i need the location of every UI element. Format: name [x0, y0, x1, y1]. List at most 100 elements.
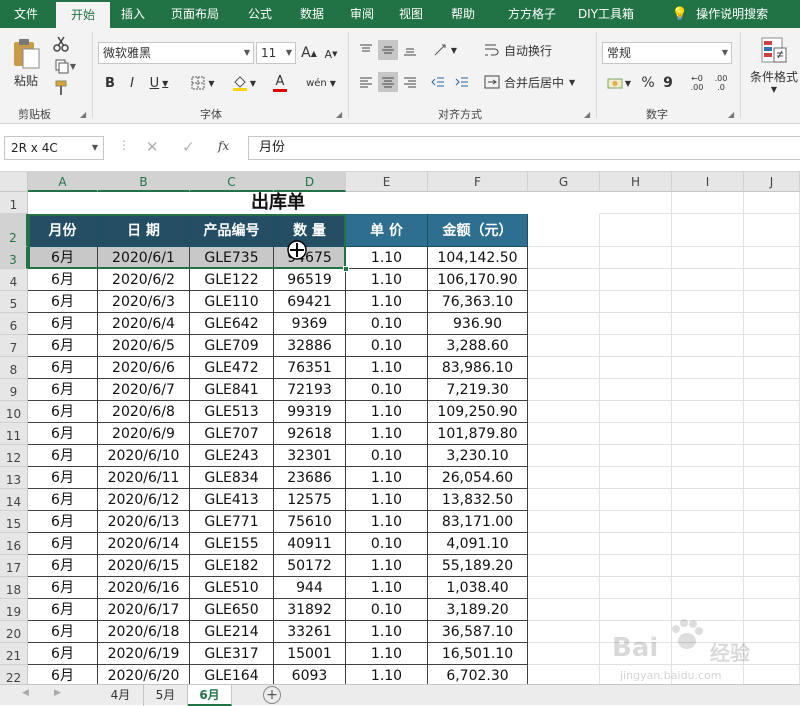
tab-7[interactable]: 视图 — [388, 0, 434, 28]
copy-button[interactable]: ▼ — [50, 56, 80, 76]
table-cell[interactable]: 0.10 — [346, 313, 428, 335]
table-cell[interactable]: 6093 — [274, 665, 346, 684]
grid-cell[interactable] — [744, 467, 800, 489]
grid-cell[interactable] — [672, 665, 744, 684]
row-header-13[interactable]: 13 — [0, 467, 28, 489]
table-cell[interactable]: GLE122 — [190, 269, 274, 291]
decrease-decimal-button[interactable]: .00.0 — [710, 72, 732, 94]
grid-cell[interactable] — [672, 335, 744, 357]
table-cell[interactable]: 1.10 — [346, 401, 428, 423]
tab-2[interactable]: 插入 — [110, 0, 156, 28]
row-header-1[interactable]: 1 — [0, 192, 28, 214]
accounting-format-button[interactable]: ▼ — [604, 72, 634, 94]
grid-cell[interactable] — [744, 599, 800, 621]
column-header-I[interactable]: I — [672, 172, 744, 192]
table-cell[interactable]: GLE707 — [190, 423, 274, 445]
table-cell[interactable]: 26,054.60 — [428, 467, 528, 489]
row-header-16[interactable]: 16 — [0, 533, 28, 555]
grid-cell[interactable] — [672, 621, 744, 643]
table-cell[interactable]: 0.10 — [346, 599, 428, 621]
table-cell[interactable]: 3,288.60 — [428, 335, 528, 357]
grid-cell[interactable] — [672, 577, 744, 599]
align-middle-button[interactable] — [378, 40, 398, 60]
tab-11[interactable]: 💡 操作说明搜索 — [664, 0, 776, 28]
grid-cell[interactable] — [600, 467, 672, 489]
table-cell[interactable]: 2020/6/20 — [98, 665, 190, 684]
fill-handle[interactable] — [343, 266, 349, 272]
add-sheet-icon[interactable]: + — [263, 686, 281, 704]
header-cell-0[interactable]: 月份 — [28, 214, 98, 247]
grid-cell[interactable] — [528, 577, 600, 599]
table-cell[interactable]: 1.10 — [346, 357, 428, 379]
table-cell[interactable]: 76351 — [274, 357, 346, 379]
grid-cell[interactable] — [672, 643, 744, 665]
table-cell[interactable]: 6月 — [28, 577, 98, 599]
row-header-12[interactable]: 12 — [0, 445, 28, 467]
row-header-14[interactable]: 14 — [0, 489, 28, 511]
grid-cell[interactable] — [528, 643, 600, 665]
grid-cell[interactable] — [528, 555, 600, 577]
grid-cell[interactable] — [600, 599, 672, 621]
cut-button[interactable] — [50, 34, 72, 54]
align-bottom-button[interactable] — [400, 40, 420, 60]
column-header-E[interactable]: E — [346, 172, 428, 192]
tab-5[interactable]: 数据 — [288, 0, 336, 28]
table-cell[interactable]: 3,230.10 — [428, 445, 528, 467]
table-cell[interactable]: 2020/6/13 — [98, 511, 190, 533]
shrink-font-button[interactable]: A ▼ — [322, 44, 340, 64]
table-cell[interactable]: 76,363.10 — [428, 291, 528, 313]
grid-cell[interactable] — [600, 214, 672, 247]
table-cell[interactable]: 2020/6/3 — [98, 291, 190, 313]
conditional-format-button[interactable]: 条件格式 ▼ — [746, 32, 800, 98]
underline-button[interactable]: U ▼ — [144, 72, 174, 94]
decrease-indent-button[interactable] — [428, 72, 448, 92]
grow-font-button[interactable]: A ▲ — [300, 42, 318, 64]
grid-cell[interactable] — [744, 423, 800, 445]
table-cell[interactable]: 1.10 — [346, 423, 428, 445]
grid-cell[interactable] — [528, 467, 600, 489]
table-cell[interactable]: 4,091.10 — [428, 533, 528, 555]
table-cell[interactable]: GLE110 — [190, 291, 274, 313]
table-cell[interactable]: 6月 — [28, 313, 98, 335]
grid-cell[interactable] — [744, 291, 800, 313]
table-cell[interactable]: GLE164 — [190, 665, 274, 684]
table-cell[interactable]: 32301 — [274, 445, 346, 467]
grid-cell[interactable] — [744, 214, 800, 247]
grid-cell[interactable] — [672, 445, 744, 467]
table-cell[interactable]: 6月 — [28, 423, 98, 445]
table-cell[interactable]: GLE413 — [190, 489, 274, 511]
grid-cell[interactable] — [672, 555, 744, 577]
sheet-tab-2[interactable]: 6月 — [188, 685, 232, 706]
row-header-21[interactable]: 21 — [0, 643, 28, 665]
grid-cell[interactable] — [600, 555, 672, 577]
table-cell[interactable]: 2020/6/18 — [98, 621, 190, 643]
table-cell[interactable]: 6月 — [28, 401, 98, 423]
table-cell[interactable]: 101,879.80 — [428, 423, 528, 445]
grid-cell[interactable] — [528, 291, 600, 313]
tab-6[interactable]: 审阅 — [340, 0, 384, 28]
table-cell[interactable]: 6月 — [28, 643, 98, 665]
grid-cell[interactable] — [528, 313, 600, 335]
table-cell[interactable]: GLE513 — [190, 401, 274, 423]
grid-cell[interactable] — [744, 621, 800, 643]
grid-cell[interactable] — [528, 489, 600, 511]
table-cell[interactable]: 6,702.30 — [428, 665, 528, 684]
grid-cell[interactable] — [528, 665, 600, 684]
formula-input[interactable]: 月份 — [248, 136, 800, 160]
sheet-tab-0[interactable]: 4月 — [98, 685, 144, 706]
table-cell[interactable]: 99319 — [274, 401, 346, 423]
comma-style-button[interactable]: 9 — [660, 72, 676, 94]
row-header-17[interactable]: 17 — [0, 555, 28, 577]
table-cell[interactable]: 1.10 — [346, 577, 428, 599]
table-cell[interactable]: GLE709 — [190, 335, 274, 357]
orientation-button[interactable]: ▼ — [428, 40, 462, 60]
grid-cell[interactable] — [528, 247, 600, 269]
wrap-text-button[interactable]: 自动换行 — [484, 40, 564, 60]
merge-center-button[interactable]: 合并后居中 ▼ — [484, 72, 584, 92]
enter-icon[interactable]: ✓ — [182, 138, 195, 156]
table-cell[interactable]: 12575 — [274, 489, 346, 511]
tab-9[interactable]: 方方格子 — [494, 0, 570, 28]
table-cell[interactable]: 1.10 — [346, 665, 428, 684]
row-header-2[interactable]: 2 — [0, 214, 28, 247]
table-cell[interactable]: 1.10 — [346, 467, 428, 489]
